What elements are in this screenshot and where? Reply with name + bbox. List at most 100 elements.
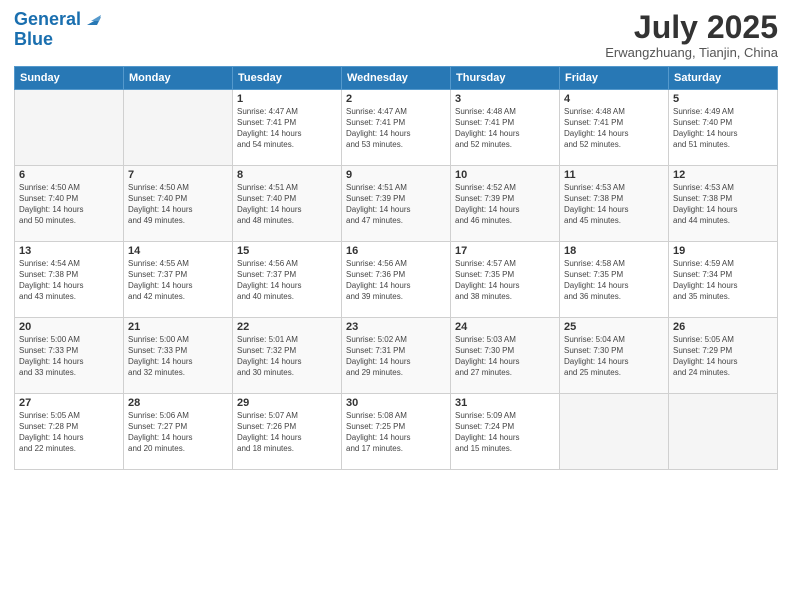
- day-number: 25: [564, 321, 664, 333]
- calendar-cell: 8 Sunrise: 4:51 AM Sunset: 7:40 PM Daylig…: [233, 166, 342, 242]
- logo: General Blue: [14, 10, 105, 50]
- calendar-cell: 14 Sunrise: 4:55 AM Sunset: 7:37 PM Dayli…: [124, 242, 233, 318]
- day-detail: Sunrise: 4:49 AM Sunset: 7:40 PM Dayligh…: [673, 107, 773, 150]
- day-detail: Sunrise: 4:57 AM Sunset: 7:35 PM Dayligh…: [455, 259, 555, 302]
- day-detail: Sunrise: 4:47 AM Sunset: 7:41 PM Dayligh…: [237, 107, 337, 150]
- weekday-header-thursday: Thursday: [451, 67, 560, 90]
- day-number: 19: [673, 245, 773, 257]
- calendar-cell: 19 Sunrise: 4:59 AM Sunset: 7:34 PM Dayli…: [669, 242, 778, 318]
- day-detail: Sunrise: 5:08 AM Sunset: 7:25 PM Dayligh…: [346, 411, 446, 454]
- day-number: 22: [237, 321, 337, 333]
- calendar-cell: [15, 90, 124, 166]
- calendar-cell: 23Sunrise: 5:02 AM Sunset: 7:31 PM Dayli…: [342, 318, 451, 394]
- calendar-cell: 15Sunrise: 4:56 AM Sunset: 7:37 PM Dayli…: [233, 242, 342, 318]
- day-number: 24: [455, 321, 555, 333]
- day-number: 29: [237, 397, 337, 409]
- day-detail: Sunrise: 5:05 AM Sunset: 7:29 PM Dayligh…: [673, 335, 773, 378]
- calendar-cell: 10Sunrise: 4:52 AM Sunset: 7:39 PM Dayli…: [451, 166, 560, 242]
- day-detail: Sunrise: 4:51 AM Sunset: 7:39 PM Dayligh…: [346, 183, 446, 226]
- day-detail: Sunrise: 5:01 AM Sunset: 7:32 PM Dayligh…: [237, 335, 337, 378]
- day-detail: Sunrise: 5:07 AM Sunset: 7:26 PM Dayligh…: [237, 411, 337, 454]
- day-number: 14: [128, 245, 228, 257]
- day-number: 18: [564, 245, 664, 257]
- calendar-cell: [669, 394, 778, 470]
- calendar-page: General Blue July 2025 Erwangzhuang, Tia…: [0, 0, 792, 612]
- calendar-cell: 20Sunrise: 5:00 AM Sunset: 7:33 PM Dayli…: [15, 318, 124, 394]
- logo-blue: Blue: [14, 30, 105, 50]
- day-detail: Sunrise: 4:59 AM Sunset: 7:34 PM Dayligh…: [673, 259, 773, 302]
- day-detail: Sunrise: 4:53 AM Sunset: 7:38 PM Dayligh…: [564, 183, 664, 226]
- day-detail: Sunrise: 4:50 AM Sunset: 7:40 PM Dayligh…: [128, 183, 228, 226]
- day-detail: Sunrise: 4:51 AM Sunset: 7:40 PM Dayligh…: [237, 183, 337, 226]
- calendar-cell: 21Sunrise: 5:00 AM Sunset: 7:33 PM Dayli…: [124, 318, 233, 394]
- calendar-cell: 5 Sunrise: 4:49 AM Sunset: 7:40 PM Daylig…: [669, 90, 778, 166]
- day-number: 21: [128, 321, 228, 333]
- day-number: 3: [455, 93, 555, 105]
- day-number: 30: [346, 397, 446, 409]
- weekday-header-sunday: Sunday: [15, 67, 124, 90]
- calendar-cell: [124, 90, 233, 166]
- day-number: 9: [346, 169, 446, 181]
- calendar-cell: 30 Sunrise: 5:08 AM Sunset: 7:25 PM Dayli…: [342, 394, 451, 470]
- day-number: 4: [564, 93, 664, 105]
- calendar-cell: 29 Sunrise: 5:07 AM Sunset: 7:26 PM Dayli…: [233, 394, 342, 470]
- day-number: 8: [237, 169, 337, 181]
- weekday-header-wednesday: Wednesday: [342, 67, 451, 90]
- day-number: 16: [346, 245, 446, 257]
- calendar-cell: 22 Sunrise: 5:01 AM Sunset: 7:32 PM Dayli…: [233, 318, 342, 394]
- day-detail: Sunrise: 5:06 AM Sunset: 7:27 PM Dayligh…: [128, 411, 228, 454]
- day-detail: Sunrise: 5:05 AM Sunset: 7:28 PM Dayligh…: [19, 411, 119, 454]
- calendar-cell: 27 Sunrise: 5:05 AM Sunset: 7:28 PM Dayli…: [15, 394, 124, 470]
- calendar-cell: 9 Sunrise: 4:51 AM Sunset: 7:39 PM Daylig…: [342, 166, 451, 242]
- day-detail: Sunrise: 4:53 AM Sunset: 7:38 PM Dayligh…: [673, 183, 773, 226]
- day-detail: Sunrise: 5:09 AM Sunset: 7:24 PM Dayligh…: [455, 411, 555, 454]
- calendar-table: SundayMondayTuesdayWednesdayThursdayFrid…: [14, 66, 778, 470]
- day-number: 10: [455, 169, 555, 181]
- day-detail: Sunrise: 4:55 AM Sunset: 7:37 PM Dayligh…: [128, 259, 228, 302]
- day-number: 11: [564, 169, 664, 181]
- calendar-cell: 31 Sunrise: 5:09 AM Sunset: 7:24 PM Dayli…: [451, 394, 560, 470]
- calendar-cell: 28 Sunrise: 5:06 AM Sunset: 7:27 PM Dayli…: [124, 394, 233, 470]
- day-number: 31: [455, 397, 555, 409]
- calendar-cell: 6 Sunrise: 4:50 AM Sunset: 7:40 PM Daylig…: [15, 166, 124, 242]
- calendar-cell: 1 Sunrise: 4:47 AM Sunset: 7:41 PM Daylig…: [233, 90, 342, 166]
- day-number: 7: [128, 169, 228, 181]
- location: Erwangzhuang, Tianjin, China: [605, 45, 778, 60]
- title-block: July 2025 Erwangzhuang, Tianjin, China: [605, 10, 778, 60]
- day-number: 5: [673, 93, 773, 105]
- calendar-cell: 26 Sunrise: 5:05 AM Sunset: 7:29 PM Dayli…: [669, 318, 778, 394]
- calendar-cell: 4 Sunrise: 4:48 AM Sunset: 7:41 PM Daylig…: [560, 90, 669, 166]
- day-detail: Sunrise: 5:00 AM Sunset: 7:33 PM Dayligh…: [19, 335, 119, 378]
- calendar-cell: 16Sunrise: 4:56 AM Sunset: 7:36 PM Dayli…: [342, 242, 451, 318]
- calendar-cell: [560, 394, 669, 470]
- month-title: July 2025: [605, 10, 778, 45]
- day-number: 1: [237, 93, 337, 105]
- day-detail: Sunrise: 4:58 AM Sunset: 7:35 PM Dayligh…: [564, 259, 664, 302]
- day-number: 27: [19, 397, 119, 409]
- day-number: 6: [19, 169, 119, 181]
- calendar-cell: 25 Sunrise: 5:04 AM Sunset: 7:30 PM Dayli…: [560, 318, 669, 394]
- day-number: 23: [346, 321, 446, 333]
- day-number: 13: [19, 245, 119, 257]
- weekday-header-monday: Monday: [124, 67, 233, 90]
- logo-text: General: [14, 10, 81, 30]
- calendar-cell: 3 Sunrise: 4:48 AM Sunset: 7:41 PM Daylig…: [451, 90, 560, 166]
- calendar-cell: 11 Sunrise: 4:53 AM Sunset: 7:38 PM Dayli…: [560, 166, 669, 242]
- day-detail: Sunrise: 5:03 AM Sunset: 7:30 PM Dayligh…: [455, 335, 555, 378]
- day-detail: Sunrise: 4:48 AM Sunset: 7:41 PM Dayligh…: [455, 107, 555, 150]
- calendar-cell: 2 Sunrise: 4:47 AM Sunset: 7:41 PM Daylig…: [342, 90, 451, 166]
- day-detail: Sunrise: 5:04 AM Sunset: 7:30 PM Dayligh…: [564, 335, 664, 378]
- calendar-cell: 24 Sunrise: 5:03 AM Sunset: 7:30 PM Dayli…: [451, 318, 560, 394]
- day-detail: Sunrise: 4:50 AM Sunset: 7:40 PM Dayligh…: [19, 183, 119, 226]
- day-number: 2: [346, 93, 446, 105]
- day-detail: Sunrise: 4:48 AM Sunset: 7:41 PM Dayligh…: [564, 107, 664, 150]
- header: General Blue July 2025 Erwangzhuang, Tia…: [14, 10, 778, 60]
- day-number: 26: [673, 321, 773, 333]
- day-number: 28: [128, 397, 228, 409]
- day-detail: Sunrise: 4:54 AM Sunset: 7:38 PM Dayligh…: [19, 259, 119, 302]
- calendar-cell: 7 Sunrise: 4:50 AM Sunset: 7:40 PM Daylig…: [124, 166, 233, 242]
- day-number: 12: [673, 169, 773, 181]
- day-detail: Sunrise: 4:47 AM Sunset: 7:41 PM Dayligh…: [346, 107, 446, 150]
- calendar-cell: 18 Sunrise: 4:58 AM Sunset: 7:35 PM Dayli…: [560, 242, 669, 318]
- weekday-header-saturday: Saturday: [669, 67, 778, 90]
